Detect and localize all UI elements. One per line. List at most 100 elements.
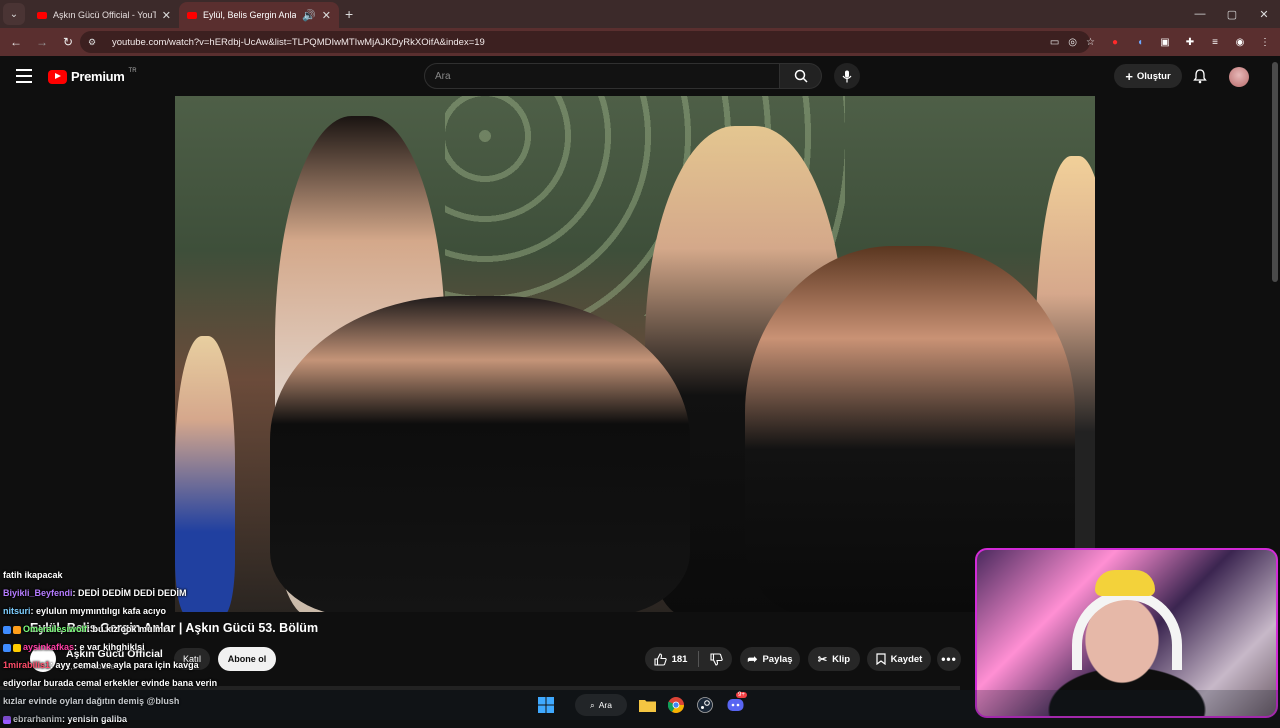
maximize-icon[interactable]: ▢ [1216,0,1248,28]
account-avatar[interactable] [1229,67,1249,87]
chat-text: : eylulun mıymıntılıgı kafa acıyo [30,606,167,616]
chat-message: aysinkafkas: e var kihghiklsi [3,638,333,656]
chat-username: 1mirabilis1 [3,660,51,670]
taskbar-search[interactable]: ⌕ Ara [575,694,627,716]
search-icon [794,69,808,83]
bookmark-star-icon[interactable]: ☆ [1086,37,1095,48]
voice-search-button[interactable] [834,63,860,89]
save-label: Kaydet [890,653,923,665]
chat-message: 1mirabilis1: ayy cemal ve ayla para için… [3,656,333,674]
search-icon: ⌕ [590,699,595,710]
chat-text: : bu kız ook mu mı [87,624,166,634]
windows-logo-icon [538,697,554,713]
close-icon[interactable]: ✕ [322,9,331,22]
chat-text: : DEDİ DEDİM DEDİ DEDİM [72,588,187,598]
youtube-play-icon [48,69,67,84]
box-extension-icon[interactable]: ▣ [1158,37,1172,48]
browser-toolbar: ← → ↻ ⚙ youtube.com/watch?v=hERdbj-UcAw&… [0,28,1280,56]
tab-search-button[interactable]: ⌄ [3,3,25,25]
scissors-icon: ✂ [817,653,828,666]
like-count: 181 [671,653,688,665]
youtube-header: Premium TR Ara + Oluştur [0,58,1280,96]
site-info-icon[interactable]: ⚙ [88,37,102,48]
speaker-icon[interactable]: 🔊 [302,9,316,22]
taskbar-search-label: Ara [598,700,612,710]
create-button[interactable]: + Oluştur [1114,64,1182,88]
more-horizontal-icon: ••• [941,652,957,666]
record-extension-icon[interactable]: ● [1108,37,1122,48]
chrome-icon [668,697,684,713]
chat-text: : ayy cemal ve ayla para için kavga [50,660,199,670]
bookmark-icon [876,653,886,665]
chat-username: aysinkafkas [23,642,75,652]
windows-start-icon[interactable] [537,694,555,716]
audio-extension-icon[interactable]: ◖ [1133,37,1147,48]
tab-askin-gucu-channel[interactable]: Aşkın Gücü Official - YouTube ✕ [29,2,179,28]
clip-button[interactable]: ✂ Klip [808,647,860,671]
address-bar[interactable]: ⚙ youtube.com/watch?v=hERdbj-UcAw&list=T… [80,31,1090,53]
file-explorer-icon[interactable] [638,694,656,716]
extensions-area: ● ◖ ▣ ✚ ≡ ◉ ⋮ [1108,28,1272,56]
new-tab-button[interactable]: + [345,6,353,22]
bell-icon [1193,68,1207,83]
browser-tab-strip: ⌄ Aşkın Gücü Official - YouTube ✕ Eylül,… [0,0,1280,28]
menu-icon[interactable] [16,69,32,83]
chat-message: fatih ikapacak [3,566,333,584]
cast-icon[interactable]: ▭ [1050,37,1059,48]
more-actions-button[interactable]: ••• [937,647,961,671]
puzzle-extensions-icon[interactable]: ✚ [1183,37,1197,48]
thumbs-up-icon [654,652,667,666]
page-scrollbar[interactable] [1272,62,1278,282]
window-controls: — ▢ ✕ [1184,0,1280,28]
thumbs-down-icon[interactable] [710,652,724,666]
reading-list-icon[interactable]: ≡ [1208,37,1222,48]
chat-badge-icon [13,625,21,634]
create-label: Oluştur [1136,70,1171,82]
chrome-taskbar-icon[interactable] [667,694,685,716]
chat-message: Omerailesiwolf: bu kız ook mu mı [3,620,333,638]
discord-taskbar-icon[interactable]: 9+ [726,692,747,716]
clip-label: Klip [832,653,851,665]
close-window-icon[interactable]: ✕ [1248,0,1280,28]
tab-current-video[interactable]: Eylül, Belis Gergin Anlar | Aşkın 🔊 ✕ [179,2,339,28]
address-bar-actions: ▭ ◎ ☆ [1050,28,1095,56]
youtube-premium-logo[interactable]: Premium TR [48,67,137,84]
discord-notification-badge: 9+ [736,692,747,698]
headphones-shape [1072,590,1182,670]
profile-avatar-icon[interactable]: ◉ [1233,37,1247,48]
chat-message: Biyikli_Beyfendi: DEDİ DEDİM DEDİ DEDİM [3,584,333,602]
microphone-icon [842,70,852,82]
tab-title: Eylül, Belis Gergin Anlar | Aşkın [203,10,297,20]
chat-username: fatih ikapacak [3,570,63,580]
youtube-favicon-icon [37,11,47,19]
notifications-button[interactable] [1190,66,1210,86]
logo-region: TR [128,67,137,74]
share-icon: ➦ [747,652,758,666]
forward-icon[interactable]: → [30,30,54,54]
search-input[interactable]: Ara [424,63,781,89]
video-frame-person [270,296,690,612]
chat-badge-icon [3,643,11,652]
browser-menu-icon[interactable]: ⋮ [1258,37,1272,48]
steam-taskbar-icon[interactable] [696,694,714,716]
video-player[interactable] [175,96,1095,612]
eye-off-icon[interactable]: ◎ [1068,37,1077,48]
chat-badge-icon [13,643,21,652]
search-button[interactable] [780,63,822,89]
search-bar: Ara [424,63,822,89]
minimize-icon[interactable]: — [1184,0,1216,28]
chat-username: nitsuri [3,606,31,616]
like-dislike-group: 181 [645,647,732,671]
reload-icon[interactable]: ↻ [56,30,80,54]
steam-icon [697,697,713,713]
back-icon[interactable]: ← [4,30,28,54]
chat-username: Omerailesiwolf [23,624,88,634]
save-button[interactable]: Kaydet [867,647,931,671]
share-label: Paylaş [762,653,793,665]
chat-message: nitsuri: eylulun mıymıntılıgı kafa acıyo [3,602,333,620]
youtube-favicon-icon [187,11,197,19]
like-button[interactable]: 181 [654,652,688,666]
plush-toy-shape [1095,570,1155,596]
close-icon[interactable]: ✕ [162,9,171,22]
share-button[interactable]: ➦ Paylaş [740,647,800,671]
